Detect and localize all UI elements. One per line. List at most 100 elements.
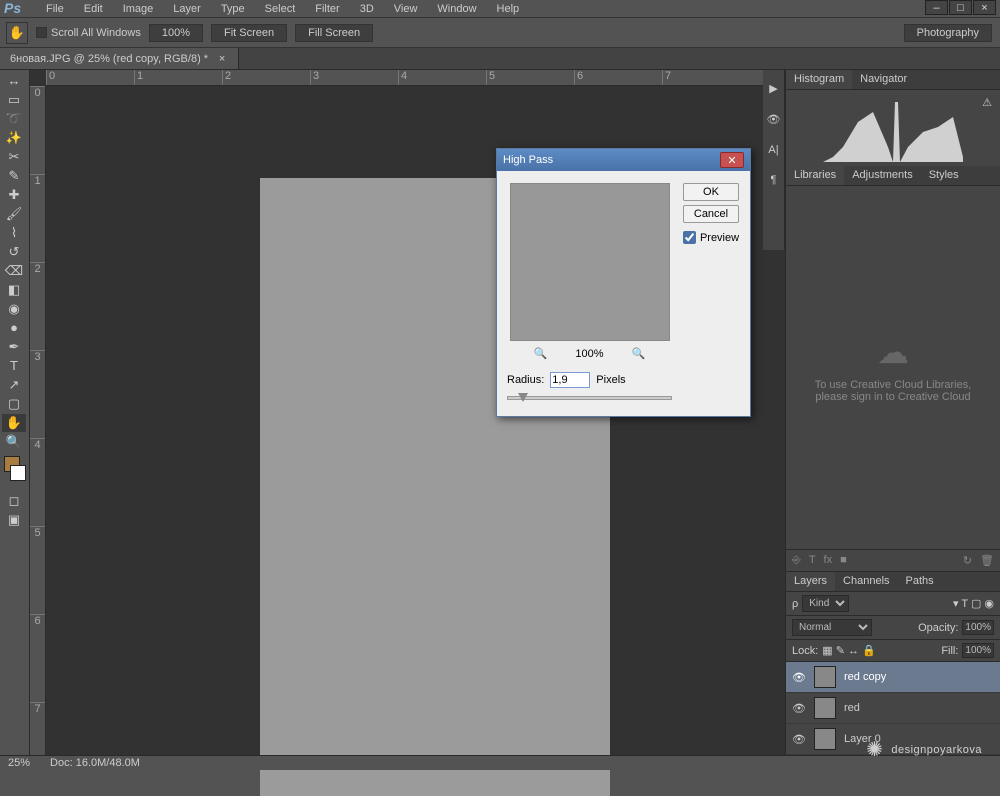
menu-filter[interactable]: Filter [305, 1, 349, 17]
layer-name: red copy [844, 671, 886, 683]
play-icon[interactable]: ▶ [769, 82, 777, 95]
workspace-select[interactable]: Photography [904, 24, 992, 42]
tab-histogram[interactable]: Histogram [786, 70, 852, 89]
swatch-icon[interactable]: ■ [840, 554, 847, 567]
preview-checkbox-input[interactable] [683, 231, 696, 244]
menu-window[interactable]: Window [427, 1, 486, 17]
eye-icon[interactable]: 👁 [767, 113, 781, 126]
eyedropper-tool[interactable]: ✎ [2, 167, 26, 185]
type-tool[interactable]: T [2, 357, 26, 375]
dialog-title: High Pass [503, 154, 553, 166]
menu-view[interactable]: View [384, 1, 428, 17]
menu-file[interactable]: File [36, 1, 74, 17]
menu-image[interactable]: Image [113, 1, 164, 17]
char-icon[interactable]: A| [768, 144, 778, 156]
blend-mode-select[interactable]: Normal [792, 619, 872, 636]
layer-row[interactable]: 👁 red [786, 693, 1000, 724]
zoom-out-icon[interactable]: 🔍 [534, 347, 548, 360]
quickmask-icon[interactable]: ◻ [2, 492, 26, 510]
menu-select[interactable]: Select [255, 1, 306, 17]
ok-button[interactable]: OK [683, 183, 739, 201]
brush-tool[interactable]: 🖌 [2, 205, 26, 223]
fill-label: Fill: [941, 645, 958, 657]
tab-navigator[interactable]: Navigator [852, 70, 915, 89]
zoom-ratio[interactable]: 100% [149, 24, 203, 42]
minimize-button[interactable]: – [925, 0, 948, 15]
radius-slider[interactable] [507, 396, 672, 400]
stamp-tool[interactable]: ⌇ [2, 224, 26, 242]
visibility-icon[interactable]: 👁 [792, 733, 806, 746]
move-tool[interactable]: ↔ [2, 72, 26, 90]
blur-tool[interactable]: ◉ [2, 300, 26, 318]
history-brush-tool[interactable]: ↺ [2, 243, 26, 261]
opacity-value[interactable]: 100% [962, 620, 994, 635]
menu-3d[interactable]: 3D [350, 1, 384, 17]
path-tool[interactable]: ↗ [2, 376, 26, 394]
status-zoom[interactable]: 25% [8, 757, 30, 769]
layer-name: red [844, 702, 860, 714]
layer-row[interactable]: 👁 red copy [786, 662, 1000, 693]
cancel-button[interactable]: Cancel [683, 205, 739, 223]
marquee-tool[interactable]: ▭ [2, 91, 26, 109]
tab-styles[interactable]: Styles [921, 166, 967, 185]
watermark-text: designpoyarkova [891, 744, 982, 756]
document-tab[interactable]: 6новая.JPG @ 25% (red copy, RGB/8) * × [0, 48, 239, 69]
layer-thumb[interactable] [814, 666, 836, 688]
screenmode-icon[interactable]: ▣ [2, 511, 26, 529]
refresh-icon[interactable]: ↻ [963, 554, 972, 567]
healing-tool[interactable]: ✚ [2, 186, 26, 204]
toolbox: ↔ ▭ ➰ ✨ ✂ ✎ ✚ 🖌 ⌇ ↺ ⌫ ◧ ◉ ● ✒ T ↗ ▢ ✋ 🔍 … [0, 70, 30, 755]
wand-tool[interactable]: ✨ [2, 129, 26, 147]
layer-filter-kind[interactable]: Kind [802, 595, 849, 612]
cc-text2: please sign in to Creative Cloud [815, 391, 970, 403]
hand-tool-icon[interactable]: ✋ [6, 22, 28, 44]
cc-logo-icon: ☁ [877, 333, 909, 371]
para-icon[interactable]: ¶ [771, 174, 777, 186]
radius-input[interactable] [550, 372, 590, 388]
filter-preview[interactable] [510, 183, 670, 341]
preview-checkbox[interactable]: Preview [683, 231, 739, 244]
background-swatch[interactable] [10, 465, 26, 481]
layer-thumb[interactable] [814, 697, 836, 719]
warning-icon[interactable]: ⚠ [982, 96, 992, 109]
status-bar: 25% Doc: 16.0M/48.0M [0, 755, 1000, 770]
layer-thumb[interactable] [814, 728, 836, 750]
dodge-tool[interactable]: ● [2, 319, 26, 337]
fit-screen-button[interactable]: Fit Screen [211, 24, 287, 42]
lasso-tool[interactable]: ➰ [2, 110, 26, 128]
visibility-icon[interactable]: 👁 [792, 671, 806, 684]
layer-lock-row: Lock: ▦ ✎ ↔ 🔒 Fill: 100% [786, 640, 1000, 662]
tab-close-icon[interactable]: × [216, 53, 228, 65]
shape-tool[interactable]: ▢ [2, 395, 26, 413]
fx-icon[interactable]: fx [824, 554, 833, 567]
fill-screen-button[interactable]: Fill Screen [295, 24, 373, 42]
menu-edit[interactable]: Edit [74, 1, 113, 17]
dialog-close-button[interactable]: ✕ [720, 152, 744, 168]
type-icon[interactable]: T [809, 554, 816, 567]
fill-value[interactable]: 100% [962, 643, 994, 658]
menu-help[interactable]: Help [487, 1, 530, 17]
close-button[interactable]: × [973, 0, 996, 15]
tab-paths[interactable]: Paths [898, 572, 942, 591]
crop-tool[interactable]: ✂ [2, 148, 26, 166]
menu-type[interactable]: Type [211, 1, 255, 17]
tab-adjustments[interactable]: Adjustments [844, 166, 921, 185]
tab-layers[interactable]: Layers [786, 572, 835, 591]
gradient-tool[interactable]: ◧ [2, 281, 26, 299]
tab-libraries[interactable]: Libraries [786, 166, 844, 185]
eraser-tool[interactable]: ⌫ [2, 262, 26, 280]
tab-channels[interactable]: Channels [835, 572, 897, 591]
trash-icon[interactable]: 🗑 [980, 554, 994, 567]
pen-tool[interactable]: ✒ [2, 338, 26, 356]
zoom-tool[interactable]: 🔍 [2, 433, 26, 451]
radius-unit: Pixels [596, 374, 625, 386]
hand-tool[interactable]: ✋ [2, 414, 26, 432]
link-icon[interactable]: ⎆ [792, 554, 801, 567]
menu-layer[interactable]: Layer [163, 1, 211, 17]
scroll-all-checkbox[interactable]: Scroll All Windows [36, 27, 141, 39]
zoom-in-icon[interactable]: 🔍 [632, 347, 646, 360]
slider-thumb[interactable] [518, 393, 528, 402]
maximize-button[interactable]: □ [949, 0, 972, 15]
radius-label: Radius: [507, 374, 544, 386]
visibility-icon[interactable]: 👁 [792, 702, 806, 715]
